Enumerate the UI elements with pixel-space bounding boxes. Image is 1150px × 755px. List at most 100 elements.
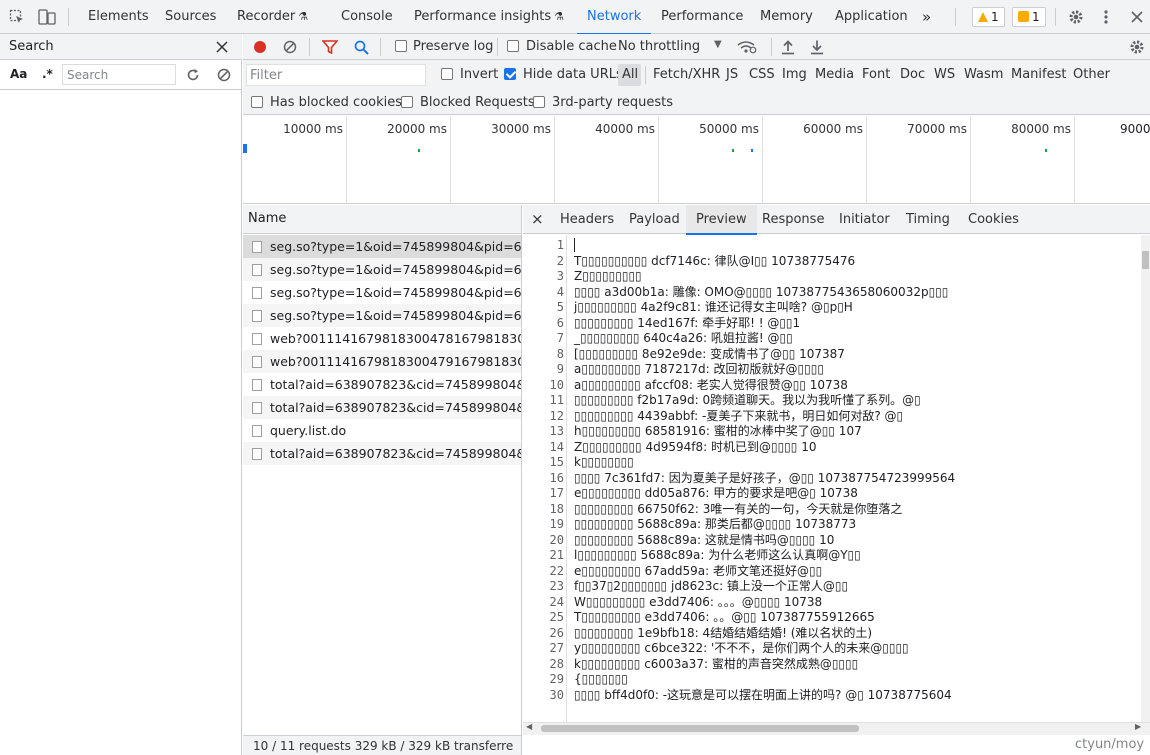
tab-response[interactable]: Response — [762, 205, 824, 234]
throttling-select[interactable]: No throttling ▼ — [618, 39, 722, 54]
blocked-requests-checkbox[interactable] — [401, 96, 413, 108]
inspect-element-icon[interactable] — [8, 8, 26, 26]
filter-type-css[interactable]: CSS — [749, 67, 775, 82]
request-row[interactable]: total?aid=638907823&cid=745899804&... — [243, 442, 521, 465]
tab-sources[interactable]: Sources — [165, 0, 216, 34]
tab-preview[interactable]: Preview — [686, 205, 757, 235]
request-row[interactable]: seg.so?type=1&oid=745899804&pid=6... — [243, 281, 521, 304]
network-settings-icon[interactable] — [1128, 38, 1146, 56]
filter-type-wasm[interactable]: Wasm — [964, 67, 1003, 82]
line-text: ▯▯▯▯▯▯▯▯▯ 5688c89a: 这就是情书吗@▯▯▯▯ 10 — [574, 532, 835, 547]
disable-cache-checkbox[interactable] — [507, 40, 519, 52]
filter-type-fetch-xhr[interactable]: Fetch/XHR — [653, 67, 720, 82]
filter-icon[interactable] — [322, 39, 338, 55]
filter-type-other[interactable]: Other — [1073, 67, 1110, 82]
filter-type-doc[interactable]: Doc — [900, 67, 925, 82]
scroll-left-arrow-icon[interactable]: ◀ — [526, 722, 532, 731]
kebab-menu-icon[interactable] — [1099, 8, 1113, 26]
warnings-badge[interactable]: 1 — [972, 7, 1005, 27]
clear-log-icon[interactable] — [282, 39, 298, 55]
line-number: 19 — [549, 517, 564, 531]
tab-memory[interactable]: Memory — [760, 0, 813, 34]
filter-type-media[interactable]: Media — [815, 67, 854, 82]
request-row[interactable]: total?aid=638907823&cid=745899804&... — [243, 396, 521, 419]
preview-line: 18 ▯▯▯▯▯▯▯▯▯ 66750f62: 3唯一有关的一句，今天就是你堕落之 — [523, 502, 1141, 518]
invert-checkbox[interactable] — [441, 68, 453, 80]
record-icon[interactable] — [252, 39, 268, 55]
tab-payload[interactable]: Payload — [629, 205, 680, 234]
filter-bar: Filter Invert Hide data URLs All Fetch/X… — [243, 60, 1150, 90]
third-party-checkbox[interactable] — [533, 96, 545, 108]
line-text: j▯▯▯▯▯▯▯▯▯ 4a2f9c81: 谁还记得女主叫啥? @▯p▯H — [574, 300, 853, 314]
tab-network[interactable]: Network — [576, 0, 652, 35]
tab-initiator[interactable]: Initiator — [839, 205, 890, 234]
close-detail-button[interactable]: × — [531, 205, 544, 234]
request-row[interactable]: seg.so?type=1&oid=745899804&pid=6... — [243, 258, 521, 281]
flask-icon: ⚗ — [298, 10, 309, 23]
request-name: seg.so?type=1&oid=745899804&pid=6... — [270, 239, 522, 254]
preserve-log-checkbox[interactable] — [395, 40, 407, 52]
preview-line: 23 f▯▯37▯2▯▯▯▯▯▯▯ jd8623c: 镇上没一个正常人@▯▯ — [523, 579, 1141, 595]
vertical-scrollbar-thumb[interactable] — [1142, 251, 1149, 269]
line-text: ▯▯▯▯▯▯▯▯▯ 4439abbf: -夏美子下来就书，明日如何对敌? @▯ — [574, 408, 904, 423]
filter-type-img[interactable]: Img — [782, 67, 807, 82]
hide-data-urls-checkbox[interactable] — [504, 68, 516, 80]
network-overview-timeline[interactable]: 10000 ms 20000 ms 30000 ms 40000 ms 5000… — [243, 116, 1150, 204]
filter-type-js[interactable]: JS — [726, 67, 738, 82]
issues-badge[interactable]: 1 — [1012, 7, 1046, 27]
filter-type-font[interactable]: Font — [862, 67, 890, 82]
request-row[interactable]: seg.so?type=1&oid=745899804&pid=6... — [243, 235, 522, 258]
device-toolbar-icon[interactable] — [38, 8, 56, 26]
request-row[interactable]: seg.so?type=1&oid=745899804&pid=6... — [243, 304, 521, 327]
tab-headers[interactable]: Headers — [560, 205, 614, 234]
preview-line: 28 k▯▯▯▯▯▯▯▯▯ c6003a37: 蜜柑的声音突然成熟@▯▯▯▯ — [523, 657, 1141, 673]
name-column-header[interactable]: Name — [243, 205, 521, 234]
tab-cookies[interactable]: Cookies — [968, 205, 1019, 234]
refresh-icon[interactable] — [185, 67, 201, 83]
match-case-button[interactable]: Aa — [10, 67, 27, 81]
filter-type-manifest[interactable]: Manifest — [1011, 67, 1066, 82]
vertical-scrollbar[interactable] — [1141, 235, 1150, 722]
request-name: web?001114167981830047916798183O... — [270, 354, 522, 369]
settings-gear-icon[interactable] — [1067, 8, 1085, 26]
line-number: 12 — [549, 408, 564, 423]
blocked-filters-row: Has blocked cookies Blocked Requests 3rd… — [243, 90, 1150, 115]
clear-search-icon[interactable] — [216, 67, 232, 83]
filter-input[interactable]: Filter — [246, 64, 426, 86]
tab-timing[interactable]: Timing — [906, 205, 950, 234]
has-blocked-cookies-checkbox[interactable] — [251, 96, 263, 108]
tab-recorder[interactable]: Recorder ⚗ — [237, 0, 308, 34]
request-row[interactable]: web?001114167981830047916798183O... — [243, 350, 522, 373]
regex-button[interactable]: .* — [42, 67, 53, 81]
line-text: e▯▯▯▯▯▯▯▯▯ 67add59a: 老师文笔还挺好@▯▯ — [574, 563, 823, 578]
document-icon — [252, 402, 262, 414]
filter-type-all[interactable]: All — [622, 67, 638, 82]
request-row[interactable]: web?0011141679818300478167981830... — [243, 327, 521, 350]
search-input-placeholder: Search — [67, 68, 109, 82]
more-tabs-button[interactable]: » — [922, 0, 931, 34]
line-number: 15 — [549, 455, 564, 469]
tab-performance-insights[interactable]: Performance insights ⚗ — [414, 0, 564, 34]
network-conditions-icon[interactable] — [737, 39, 757, 55]
request-row[interactable]: total?aid=638907823&cid=745899804&... — [243, 373, 521, 396]
search-input[interactable]: Search — [62, 64, 176, 85]
tab-console[interactable]: Console — [341, 0, 393, 34]
preview-code-view[interactable]: 1 2 T▯▯▯▯▯▯▯▯▯▯ dcf7146c: 律队@I▯▯ 107387754… — [523, 235, 1141, 722]
import-har-icon[interactable] — [780, 38, 796, 56]
export-har-icon[interactable] — [809, 38, 825, 56]
close-search-icon[interactable] — [214, 39, 230, 55]
line-number: 9 — [556, 362, 564, 376]
request-summary-status: 10 / 11 requests 329 kB / 329 kB transfe… — [243, 735, 521, 755]
filter-type-ws[interactable]: WS — [934, 67, 955, 82]
scroll-right-arrow-icon[interactable]: ▶ — [1135, 722, 1141, 731]
close-devtools-icon[interactable] — [1128, 8, 1146, 26]
search-icon[interactable] — [353, 39, 369, 55]
tab-elements[interactable]: Elements — [88, 0, 149, 34]
timeline-gridline — [346, 116, 347, 204]
preview-line: 1 — [523, 238, 1141, 254]
preserve-log-label: Preserve log — [413, 39, 494, 54]
horizontal-scrollbar-thumb[interactable] — [541, 725, 859, 732]
request-row[interactable]: query.list.do — [243, 419, 521, 442]
tab-application[interactable]: Application — [835, 0, 908, 34]
tab-performance[interactable]: Performance — [661, 0, 743, 34]
